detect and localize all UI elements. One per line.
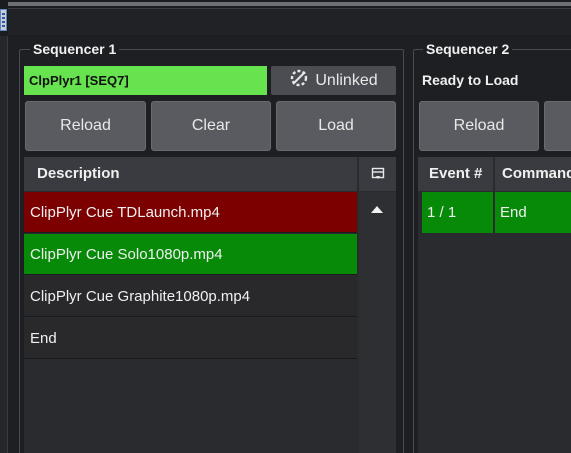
- clear-button[interactable]: [544, 101, 571, 151]
- list-item[interactable]: End: [24, 318, 357, 359]
- load-button[interactable]: Load: [276, 101, 396, 151]
- event-cell[interactable]: 1 / 1: [422, 192, 493, 233]
- sequencer-1-status: ClpPlyr1 [SEQ7]: [24, 66, 267, 95]
- event-table: Event # Command 1 / 1 End: [418, 157, 571, 453]
- reload-button[interactable]: Reload: [25, 101, 146, 151]
- command-column-header[interactable]: Command: [495, 157, 571, 191]
- list-scrollbar[interactable]: [359, 192, 396, 453]
- unlinked-icon: [289, 68, 309, 93]
- description-column-header[interactable]: Description: [24, 157, 357, 191]
- event-column-header[interactable]: Event #: [418, 157, 493, 191]
- column-menu-icon[interactable]: [359, 157, 396, 191]
- panel-tab-icon[interactable]: [0, 9, 7, 31]
- unlinked-button[interactable]: Unlinked: [271, 66, 396, 95]
- list-item[interactable]: ClipPlyr Cue Solo1080p.mp4: [24, 234, 357, 275]
- unlinked-label: Unlinked: [315, 71, 378, 89]
- reload-button[interactable]: Reload: [419, 101, 539, 151]
- left-edge-panel: [0, 36, 8, 453]
- sequencer-1-title: Sequencer 1: [30, 41, 120, 57]
- sequencer-2-title: Sequencer 2: [423, 41, 513, 57]
- scroll-up-icon[interactable]: [371, 206, 383, 213]
- sequence-list: Description ClipPlyr Cue TDLaunch.mp4 Cl…: [24, 157, 396, 453]
- toolbar-divider: [8, 2, 571, 6]
- list-item[interactable]: ClipPlyr Cue TDLaunch.mp4: [24, 192, 357, 233]
- top-toolbar: [0, 0, 571, 36]
- toolbar-field: [8, 8, 571, 35]
- list-item[interactable]: ClipPlyr Cue Graphite1080p.mp4: [24, 276, 357, 317]
- clear-button[interactable]: Clear: [151, 101, 271, 151]
- command-cell[interactable]: End: [495, 192, 571, 233]
- app-window: Sequencer 1 ClpPlyr1 [SEQ7] Unlinked Rel…: [0, 0, 571, 453]
- sequencer-2-status: Ready to Load: [422, 72, 519, 88]
